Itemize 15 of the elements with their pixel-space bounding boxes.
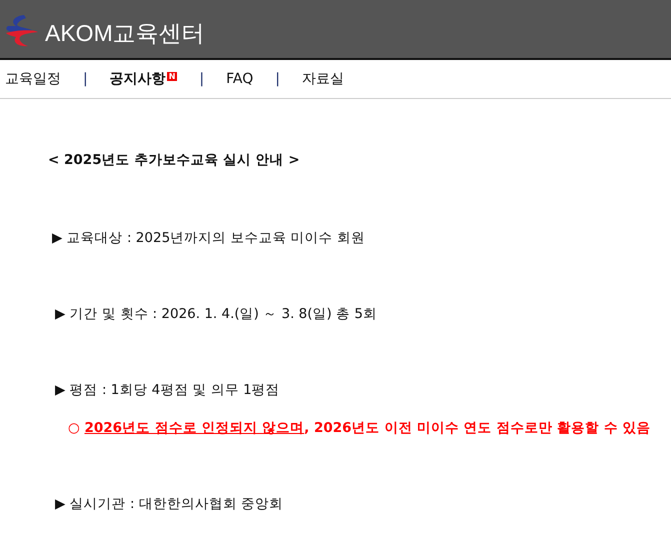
notice-item: ▶ 실시기관 : 대한한의사협회 중앙회 xyxy=(55,495,284,513)
nav-separator: | xyxy=(199,71,204,87)
nav-link[interactable]: 공지사항 N xyxy=(110,70,178,88)
warning-text: ○ 2026년도 점수로 인정되지 않으며, 2026년도 이전 미이수 연도 점수로만 활용할 수 있음 xyxy=(68,419,652,437)
notice-title: < 2025년도 추가보수교육 실시 안내 > xyxy=(48,151,301,169)
nav-separator: | xyxy=(83,71,88,87)
nav-link[interactable]: FAQ xyxy=(226,71,254,87)
notice-item: ▶ 기간 및 횟수 : 2026. 1. 4.(일) ～ 3. 8(일) 총 5회 xyxy=(55,305,378,323)
nav-link[interactable]: 자료실 xyxy=(302,70,344,88)
new-badge: N xyxy=(166,72,178,81)
notice-item: ▶ 교육대상 : 2025년까지의 보수교육 미이수 회원 xyxy=(52,229,366,247)
site-title[interactable]: AKOM교육센터 xyxy=(45,18,205,48)
nav-link[interactable]: 교육일정 xyxy=(5,70,61,88)
notice-item: ▶ 평점 : 1회당 4평점 및 의무 1평점 xyxy=(55,381,281,399)
nav-separator: | xyxy=(275,71,280,87)
